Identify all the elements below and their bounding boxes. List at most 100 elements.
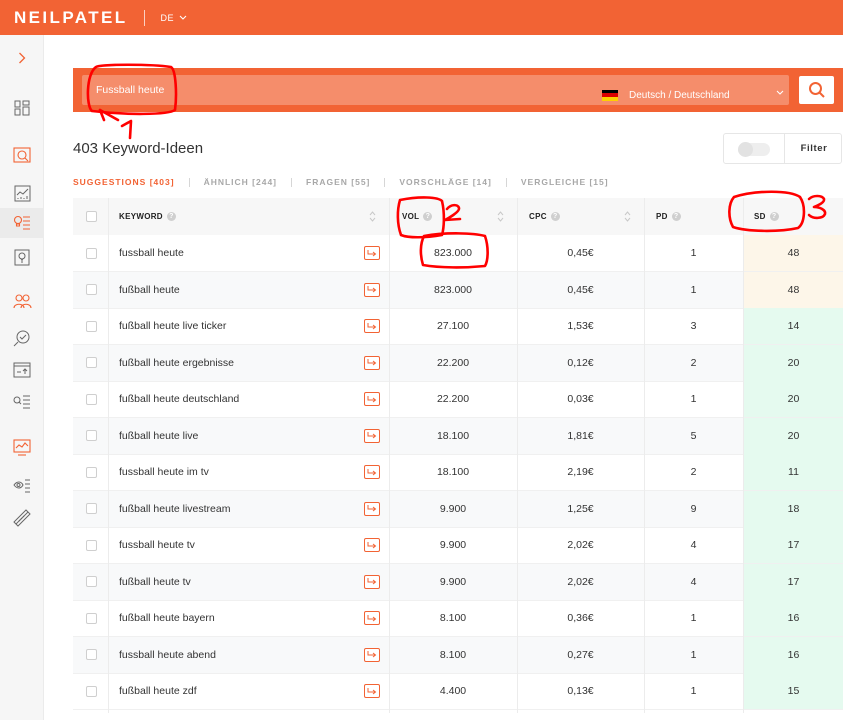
cpc-cell: 0,13€: [567, 685, 594, 697]
open-keyword-button[interactable]: [364, 574, 380, 589]
open-keyword-button[interactable]: [364, 355, 380, 370]
keyword-cell[interactable]: fussball heute abend: [119, 637, 216, 673]
open-keyword-button[interactable]: [364, 538, 380, 552]
seo-analyzer-icon[interactable]: [0, 323, 44, 353]
open-keyword-button-cell: [364, 673, 380, 709]
info-icon[interactable]: ?: [769, 212, 779, 221]
tab-questions[interactable]: FRAGEN [55]: [306, 177, 370, 187]
settings-icon[interactable]: [0, 471, 44, 501]
external-link-icon: [367, 614, 377, 621]
country-select[interactable]: Deutsch / Deutschland: [602, 80, 792, 110]
keyword-cell[interactable]: fußball heute bayern: [119, 600, 215, 636]
info-icon[interactable]: ?: [423, 212, 433, 221]
expand-icon[interactable]: [0, 43, 44, 73]
keyword-cell[interactable]: fussball heute tv: [119, 527, 195, 563]
keyword-cell[interactable]: fußball heute live ticker: [119, 308, 226, 344]
row-checkbox[interactable]: [86, 503, 97, 514]
filter-button[interactable]: Filter: [785, 134, 843, 163]
volume-cell: 22.200: [436, 356, 470, 369]
open-keyword-button[interactable]: [364, 501, 380, 516]
open-keyword-button-cell: [364, 637, 380, 673]
row-checkbox[interactable]: [86, 357, 97, 368]
row-checkbox[interactable]: [86, 539, 97, 551]
filter-toggle[interactable]: [738, 142, 770, 157]
sort-icon[interactable]: [369, 211, 376, 222]
keyword-cell[interactable]: fußball heute tv: [119, 564, 191, 600]
keyword-cell[interactable]: fußball heute deutschland: [119, 381, 239, 417]
row-checkbox[interactable]: [86, 247, 97, 259]
open-keyword-button[interactable]: [364, 246, 380, 260]
rank-tracker-icon[interactable]: [0, 355, 44, 385]
open-keyword-button[interactable]: [364, 465, 380, 479]
table-row: fußball heute live 18.100 1,81€ 5 20: [73, 417, 843, 455]
external-link-icon: [367, 322, 377, 329]
keyword-cell[interactable]: fußball heute live: [119, 418, 198, 454]
site-audit-icon[interactable]: [0, 140, 44, 170]
search-button[interactable]: [799, 76, 834, 104]
sd-cell: 16: [787, 648, 800, 661]
sd-header-label: SD: [754, 212, 766, 221]
open-keyword-button[interactable]: [364, 647, 380, 662]
language-selector[interactable]: DE: [161, 13, 188, 23]
row-checkbox[interactable]: [86, 393, 97, 405]
open-keyword-button[interactable]: [364, 611, 380, 625]
row-checkbox[interactable]: [86, 685, 97, 697]
row-checkbox-cell: [86, 235, 100, 271]
keyword-cell[interactable]: fußball heute: [119, 272, 180, 308]
backlinks-icon[interactable]: [0, 286, 44, 316]
open-keyword-button[interactable]: [364, 392, 380, 406]
volume-cell: 27.100: [436, 320, 470, 332]
keyword-lists-icon[interactable]: [0, 387, 44, 417]
keyword-cell[interactable]: fußball heute ergebnisse: [119, 345, 234, 381]
row-checkbox[interactable]: [86, 649, 97, 660]
traffic-overview-icon[interactable]: [0, 178, 44, 208]
row-checkbox[interactable]: [86, 576, 97, 587]
table-row: fußball heute bayern 8.100 0,36€ 1 16: [73, 600, 843, 637]
open-keyword-button[interactable]: [364, 282, 380, 297]
row-checkbox[interactable]: [86, 320, 97, 332]
volume-cell: 9.900: [439, 575, 467, 588]
content-ideas-icon[interactable]: [0, 242, 44, 272]
sort-icon[interactable]: [497, 211, 504, 222]
pd-cell: 1: [690, 612, 697, 624]
open-keyword-button[interactable]: [364, 319, 380, 333]
tab-related[interactable]: ÄHNLICH [244]: [204, 177, 277, 187]
neilpatel-logo[interactable]: NEILPATEL: [14, 8, 128, 28]
row-checkbox-cell: [86, 527, 100, 563]
sort-icon[interactable]: [624, 211, 631, 222]
dashboard-icon[interactable]: [0, 93, 44, 123]
tab-prepositions[interactable]: VORSCHLÄGE [14]: [399, 177, 491, 187]
row-checkbox[interactable]: [86, 612, 97, 624]
filter-control: Filter: [723, 133, 842, 164]
keyword-cell[interactable]: fußball heute livestream: [119, 491, 230, 527]
keyword-cell[interactable]: fussball heute im tv: [119, 454, 209, 490]
cpc-column-header[interactable]: CPC ?: [529, 198, 560, 235]
keyword-cell[interactable]: fussball heute: [119, 235, 184, 271]
tab-suggestions[interactable]: SUGGESTIONS [403]: [73, 177, 175, 187]
open-keyword-button[interactable]: [364, 428, 380, 443]
volume-column-header[interactable]: VOL ?: [402, 198, 433, 235]
keyword-cell[interactable]: fußball heute zdf: [119, 673, 197, 709]
open-keyword-button[interactable]: [364, 684, 380, 698]
row-checkbox[interactable]: [86, 430, 97, 441]
traffic-analyzer-icon[interactable]: [0, 432, 44, 462]
keyword-ideas-icon[interactable]: [0, 208, 44, 238]
pd-column-header[interactable]: PD ?: [656, 198, 681, 235]
info-icon[interactable]: ?: [166, 212, 176, 221]
row-checkbox[interactable]: [86, 284, 97, 295]
chrome-extension-icon[interactable]: [0, 503, 44, 533]
tab-divider: [188, 177, 190, 187]
cpc-cell: 2,02€: [567, 539, 594, 551]
external-link-icon: [367, 505, 377, 512]
row-checkbox-cell: [86, 564, 100, 600]
sd-column-header[interactable]: SD ?: [754, 198, 779, 235]
info-icon[interactable]: ?: [550, 212, 560, 221]
select-all-checkbox[interactable]: [86, 211, 97, 222]
external-link-icon: [367, 541, 377, 548]
keyword-column-header[interactable]: KEYWORD ?: [119, 198, 176, 235]
column-divider: [743, 198, 744, 713]
row-checkbox[interactable]: [86, 466, 97, 478]
keyword-search-input[interactable]: Fussball heute Deutsch / Deutschland: [82, 75, 789, 105]
info-icon[interactable]: ?: [671, 212, 681, 221]
tab-comparisons[interactable]: VERGLEICHE [15]: [521, 177, 609, 187]
